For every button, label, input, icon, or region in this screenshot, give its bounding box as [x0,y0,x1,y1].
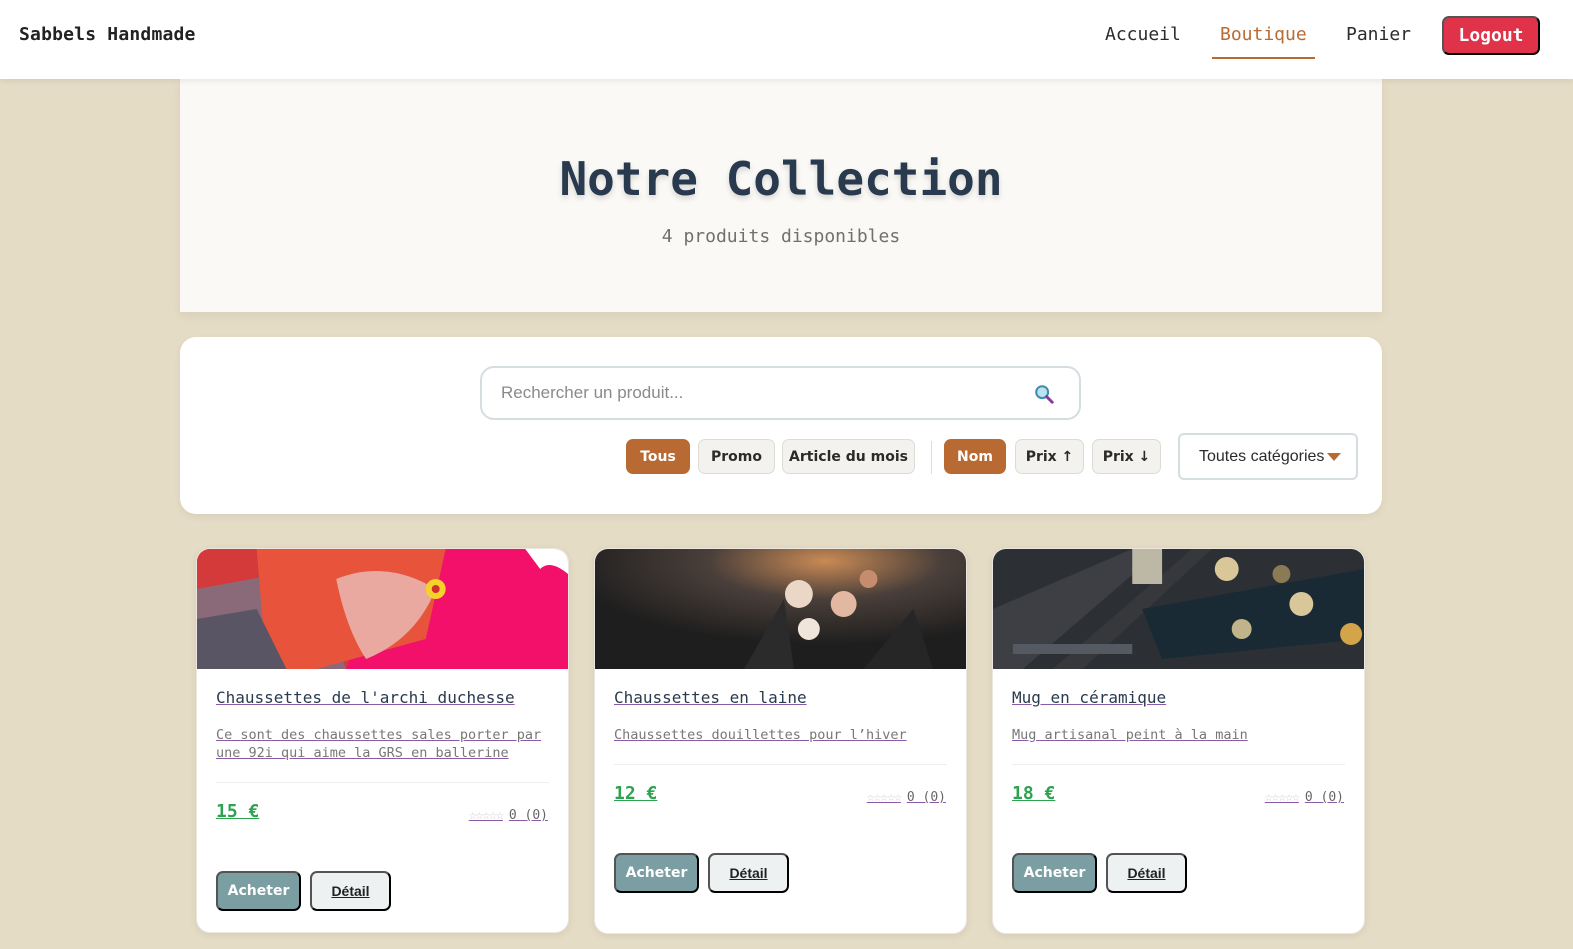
filter-chip-article-du-mois[interactable]: Article du mois [782,439,915,474]
card-divider [1012,764,1345,765]
rating-count: 0 (0) [1304,790,1344,805]
product-card: Mug en céramique Mug artisanal peint à l… [992,548,1365,934]
product-card: Chaussettes de l'archi duchesse Ce sont … [196,548,569,933]
search-placeholder: Rechercher un produit... [501,383,684,402]
card-divider [614,764,947,765]
product-title[interactable]: Chaussettes de l'archi duchesse [216,688,515,707]
filter-divider [931,441,932,474]
star-rating-icon: ☆☆☆☆☆ [1264,790,1300,805]
product-description[interactable]: Chaussettes douillettes pour l’hiver [614,726,949,744]
star-rating-icon: ☆☆☆☆☆ [866,790,902,805]
product-price[interactable]: 15 € [216,801,259,822]
product-image[interactable] [197,549,568,669]
product-card: Chaussettes en laine Chaussettes douille… [594,548,967,934]
nav-link-panier[interactable]: Panier [1346,24,1411,57]
logout-button[interactable]: Logout [1442,16,1540,55]
detail-button[interactable]: Détail [310,871,391,911]
sort-chip-prix-desc[interactable]: Prix ↓ [1092,439,1161,474]
top-navbar: Sabbels Handmade Accueil Boutique Panier… [0,0,1573,79]
category-select-value: Toutes catégories [1199,448,1325,465]
star-rating-icon: ☆☆☆☆☆ [468,808,504,823]
sort-chip-prix-asc[interactable]: Prix ↑ [1015,439,1084,474]
page-title: Notre Collection [559,152,1003,206]
product-description[interactable]: Mug artisanal peint à la main [1012,726,1347,744]
buy-button[interactable]: Acheter [614,853,699,893]
product-rating[interactable]: ☆☆☆☆☆ 0 (0) [867,790,946,805]
brand-logo[interactable]: Sabbels Handmade [19,24,196,45]
product-rating[interactable]: ☆☆☆☆☆ 0 (0) [1265,790,1344,805]
product-title[interactable]: Chaussettes en laine [614,688,807,707]
product-count: 4 produits disponibles [661,226,901,247]
product-price[interactable]: 18 € [1012,783,1055,804]
rating-count: 0 (0) [906,790,946,805]
chevron-down-icon [1327,453,1341,461]
product-price[interactable]: 12 € [614,783,657,804]
buy-button[interactable]: Acheter [216,871,301,911]
product-image[interactable] [993,549,1364,669]
nav-link-boutique[interactable]: Boutique [1212,24,1315,59]
buy-button[interactable]: Acheter [1012,853,1097,893]
sort-chip-nom[interactable]: Nom [944,439,1006,474]
detail-button[interactable]: Détail [708,853,789,893]
filter-chip-promo[interactable]: Promo [698,439,775,474]
hero-banner: Notre Collection 4 produits disponibles [180,79,1382,312]
product-description[interactable]: Ce sont des chaussettes sales porter par… [216,726,551,762]
product-title[interactable]: Mug en céramique [1012,688,1166,707]
rating-count: 0 (0) [508,808,548,823]
filter-panel: Rechercher un produit... Tous Promo Arti… [180,337,1382,514]
filter-chip-tous[interactable]: Tous [626,439,690,474]
nav-link-accueil[interactable]: Accueil [1105,24,1181,57]
category-select[interactable]: Toutes catégories [1178,433,1358,480]
card-divider [216,782,549,783]
detail-button[interactable]: Détail [1106,853,1187,893]
product-rating[interactable]: ☆☆☆☆☆ 0 (0) [469,808,548,823]
search-input[interactable]: Rechercher un produit... [480,366,1081,420]
search-icon[interactable] [1033,383,1055,405]
product-image[interactable] [595,549,966,669]
